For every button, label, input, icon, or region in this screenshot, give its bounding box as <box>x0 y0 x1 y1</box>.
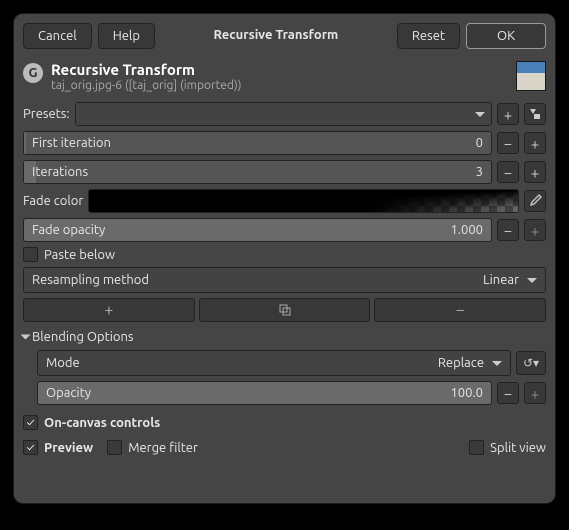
remove-transform-button[interactable]: − <box>374 298 546 322</box>
fade-color-label: Fade color <box>23 194 83 208</box>
presets-label: Presets: <box>23 107 70 121</box>
minus-icon[interactable]: − <box>497 219 519 241</box>
mode-reset-icon[interactable]: ↺▾ <box>516 351 546 375</box>
help-button[interactable]: Help <box>98 23 155 49</box>
opacity-slider[interactable]: Opacity 100.0 <box>37 381 492 405</box>
split-view-checkbox[interactable]: Split view <box>469 440 546 455</box>
iterations-slider[interactable]: Iterations 3 <box>23 160 492 184</box>
dialog: Cancel Help Recursive Transform Reset OK… <box>13 13 556 504</box>
add-transform-button[interactable]: + <box>23 298 195 322</box>
minus-icon[interactable]: − <box>497 132 519 154</box>
presets-combo[interactable] <box>75 102 492 126</box>
paste-below-checkbox[interactable]: Paste below <box>23 247 546 262</box>
cancel-button[interactable]: Cancel <box>23 23 92 49</box>
preset-add-icon[interactable]: + <box>497 103 519 125</box>
dialog-title-button: Recursive Transform <box>203 23 348 49</box>
first-iteration-slider[interactable]: First iteration 0 <box>23 131 492 155</box>
duplicate-transform-button[interactable] <box>199 298 371 322</box>
preset-manage-icon[interactable] <box>524 103 546 125</box>
presets-row: Presets: + <box>23 102 546 126</box>
preview-thumbnail[interactable] <box>516 61 546 91</box>
ok-button[interactable]: OK <box>466 23 546 49</box>
fade-color-swatch[interactable] <box>88 189 519 213</box>
action-bar: Cancel Help Recursive Transform Reset OK <box>23 23 546 49</box>
plus-icon: + <box>524 219 546 241</box>
plus-icon: + <box>524 382 546 404</box>
blending-section-header[interactable]: Blending Options <box>23 330 546 344</box>
preview-checkbox[interactable]: Preview <box>23 440 93 455</box>
fade-opacity-slider[interactable]: Fade opacity 1.000 <box>23 218 492 242</box>
resampling-select[interactable]: Resampling method Linear <box>23 267 546 293</box>
minus-icon[interactable]: − <box>497 161 519 183</box>
minus-icon[interactable]: − <box>497 382 519 404</box>
filter-title: Recursive Transform <box>51 61 242 78</box>
header: G Recursive Transform taj_orig.jpg-6 ([t… <box>23 61 546 92</box>
plus-icon[interactable]: + <box>524 161 546 183</box>
merge-filter-checkbox[interactable]: Merge filter <box>107 440 198 455</box>
plus-icon[interactable]: + <box>524 132 546 154</box>
eyedropper-icon[interactable] <box>524 190 546 212</box>
mode-select[interactable]: Mode Replace <box>37 350 511 376</box>
on-canvas-checkbox[interactable]: On-canvas controls <box>23 415 546 430</box>
reset-button[interactable]: Reset <box>397 23 460 49</box>
gegl-icon: G <box>23 63 43 83</box>
filter-subtitle: taj_orig.jpg-6 ([taj_orig] (imported)) <box>51 79 242 92</box>
